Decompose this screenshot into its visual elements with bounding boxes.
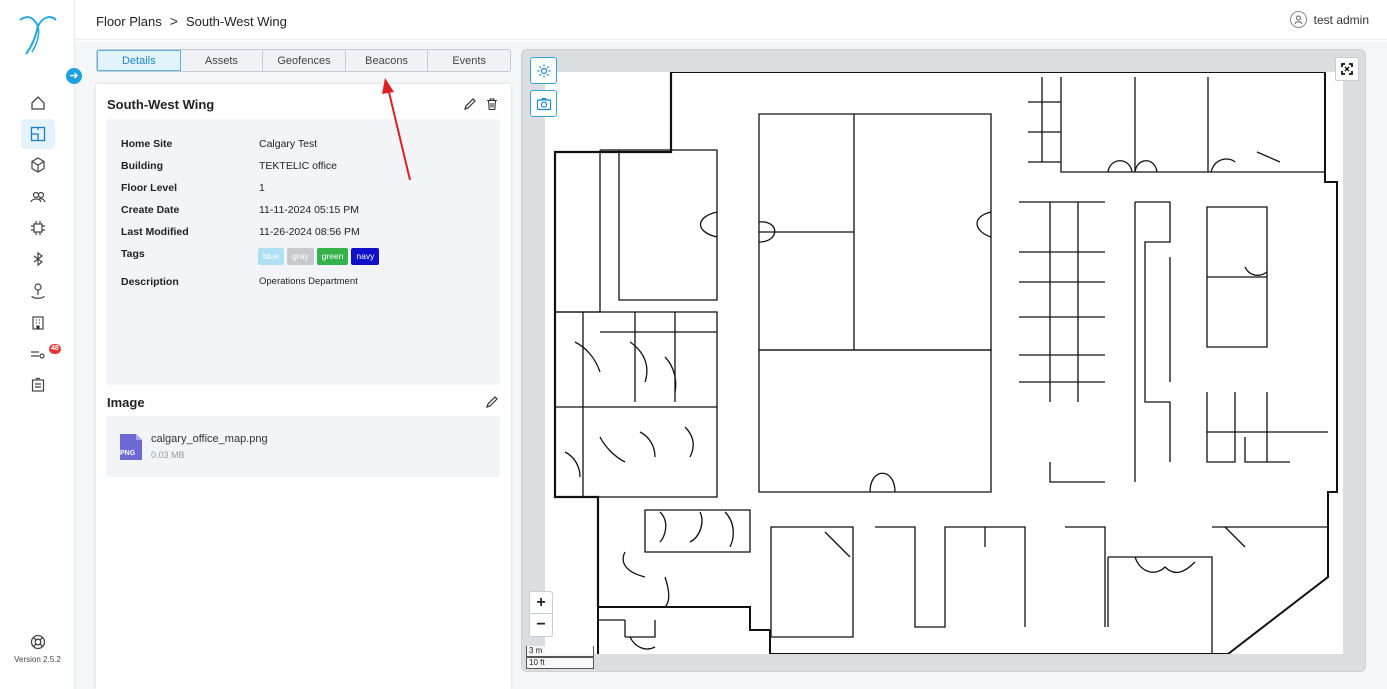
map-scale: 3 m 10 ft [526, 646, 594, 669]
detail-value: 11-26-2024 08:56 PM [259, 226, 360, 238]
app-logo[interactable] [18, 12, 58, 56]
breadcrumb-separator: > [169, 13, 178, 29]
edit-image-icon[interactable] [485, 395, 499, 409]
detail-label: Tags [121, 248, 145, 260]
details-panel: South-West Wing Home Site Calgary Test B… [96, 84, 511, 689]
chip-icon[interactable] [28, 218, 48, 238]
reports-icon[interactable] [28, 375, 48, 395]
floor-map[interactable]: + − 3 m 10 ft [521, 49, 1366, 672]
detail-label: Last Modified [121, 226, 189, 238]
detail-value: Operations Department [259, 276, 358, 287]
zoom-controls: + − [529, 591, 553, 637]
detail-label: Building [121, 160, 163, 172]
alerts-icon[interactable] [28, 344, 48, 364]
floor-plan-icon[interactable] [21, 119, 55, 149]
tag-chip[interactable]: gray [287, 248, 314, 265]
home-icon[interactable] [28, 93, 48, 113]
png-file-icon [120, 434, 142, 460]
location-pin-icon[interactable] [28, 281, 48, 301]
detail-label: Create Date [121, 204, 180, 216]
sidebar-toggle-button[interactable]: ➜ [66, 68, 82, 84]
detail-label: Description [121, 276, 179, 288]
settings-gear-icon [537, 64, 550, 77]
users-icon[interactable] [28, 187, 48, 207]
cube-icon[interactable] [28, 155, 48, 175]
file-size: 0.03 MB [151, 450, 185, 460]
version-label: Version 2.5.2 [14, 655, 61, 664]
tag-chip[interactable]: green [316, 248, 349, 265]
tab-beacons[interactable]: Beacons [346, 50, 429, 71]
floor-title: South-West Wing [107, 97, 215, 112]
scale-imperial: 10 ft [526, 657, 594, 669]
bluetooth-icon[interactable] [28, 249, 48, 269]
alerts-badge: 48 [49, 344, 61, 354]
edit-icon[interactable] [463, 97, 477, 111]
sidebar: ➜ 48 Version 2.5.2 [0, 0, 82, 689]
map-settings-button[interactable] [530, 57, 557, 84]
tag-chip[interactable]: navy [351, 248, 380, 265]
floor-plan-image[interactable] [545, 72, 1343, 654]
tab-assets[interactable]: Assets [181, 50, 264, 71]
breadcrumb-current: South-West Wing [185, 13, 287, 29]
file-type-label: PNG [120, 450, 136, 457]
detail-value: 1 [259, 182, 265, 194]
detail-value: TEKTELIC office [259, 160, 338, 172]
details-box: Home Site Calgary Test Building TEKTELIC… [106, 119, 500, 385]
fullscreen-button[interactable] [1335, 57, 1359, 81]
help-icon[interactable] [29, 633, 47, 651]
tag-list: blue gray green navy [258, 248, 380, 265]
breadcrumb-parent-link[interactable]: Floor Plans [96, 14, 162, 29]
zoom-in-button[interactable]: + [530, 592, 552, 614]
image-file-card[interactable]: PNG calgary_office_map.png 0.03 MB [106, 416, 500, 477]
image-section-title: Image [107, 395, 145, 410]
detail-value: Calgary Test [259, 138, 318, 150]
detail-tabs: Details Assets Geofences Beacons Events [96, 49, 511, 72]
detail-label: Floor Level [121, 182, 178, 194]
tab-details[interactable]: Details [97, 50, 181, 71]
fullscreen-icon [1341, 63, 1353, 75]
user-avatar-icon [1289, 11, 1307, 28]
user-menu[interactable]: test admin [1289, 11, 1369, 28]
map-snapshot-button[interactable] [530, 90, 557, 117]
breadcrumb: Floor Plans > South-West Wing [96, 13, 287, 29]
tab-geofences[interactable]: Geofences [263, 50, 346, 71]
top-bar: Floor Plans > South-West Wing test admin [75, 0, 1387, 40]
detail-label: Home Site [121, 138, 173, 150]
camera-icon [536, 97, 551, 110]
zoom-out-button[interactable]: − [530, 614, 552, 636]
building-icon[interactable] [28, 313, 48, 333]
file-name: calgary_office_map.png [151, 433, 268, 445]
scale-metric: 3 m [526, 646, 594, 657]
tab-events[interactable]: Events [428, 50, 510, 71]
user-name: test admin [1313, 12, 1369, 27]
delete-icon[interactable] [485, 97, 499, 111]
detail-value: 11-11-2024 05:15 PM [259, 204, 360, 216]
tag-chip[interactable]: blue [258, 248, 285, 265]
